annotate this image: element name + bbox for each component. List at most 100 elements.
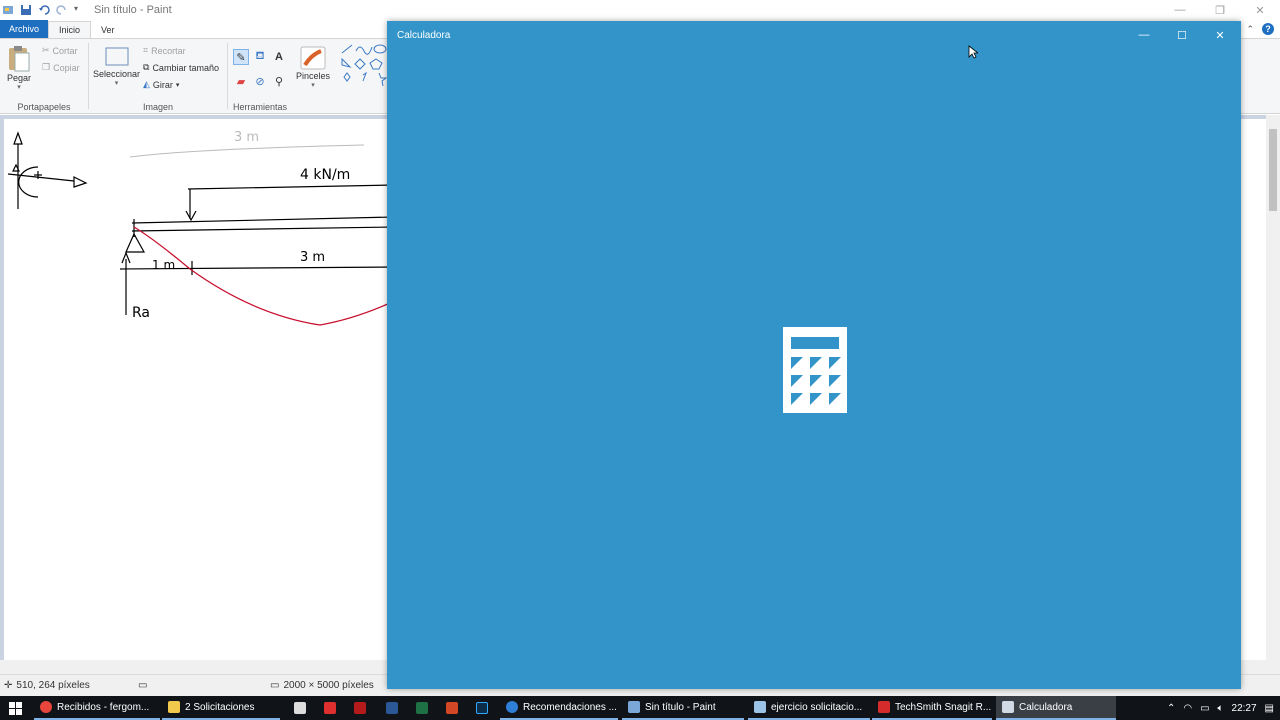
- shapes-gallery-icon[interactable]: [338, 39, 388, 89]
- tools-group: ✎ ⛾ A ▰ ⊘ ⚲ Herramientas: [228, 39, 292, 115]
- taskbar-item-explorer[interactable]: 2 Solicitaciones: [162, 696, 280, 720]
- quick-access-toolbar: ▾: [0, 4, 86, 16]
- clipboard-group: Pegar ▾ ✂ Cortar ❐ Copiar Portapapeles: [0, 39, 88, 115]
- magnifier-icon[interactable]: ⚲: [271, 73, 287, 89]
- taskbar-clock[interactable]: 22:27: [1232, 703, 1257, 714]
- canvas-size-text: 2000 × 5000 píxeles: [283, 680, 374, 691]
- taskbar-item-snagit[interactable]: TechSmith Snagit R...: [872, 696, 992, 720]
- chrome-icon: [40, 701, 52, 713]
- selection-icon: ▭: [138, 680, 148, 691]
- brushes-button[interactable]: Pinceles ▾: [296, 45, 330, 89]
- customize-chevron-icon[interactable]: ▾: [74, 4, 86, 16]
- tab-file[interactable]: Archivo: [0, 20, 49, 38]
- beam-sketch: 3 m 4 kN/m 3 m 1 m Ra: [7, 130, 394, 326]
- taskbar-pinned-word[interactable]: [380, 696, 402, 720]
- calculator-close-button[interactable]: ✕: [1201, 25, 1239, 45]
- fill-bucket-icon[interactable]: ⛾: [252, 49, 268, 65]
- text-tool-icon[interactable]: A: [271, 49, 287, 65]
- select-dropdown-icon[interactable]: ▾: [115, 79, 119, 87]
- calculator-maximize-button[interactable]: ☐: [1163, 25, 1201, 45]
- taskbar-item-edge[interactable]: Recomendaciones ...: [500, 696, 618, 720]
- taskbar-item-calculator[interactable]: Calculadora: [996, 696, 1116, 720]
- sign-convention-sketch: [7, 131, 88, 209]
- brush-icon: [300, 46, 326, 70]
- image-group-label: Imagen: [142, 102, 174, 112]
- paste-dropdown-icon[interactable]: ▾: [17, 83, 21, 91]
- excel-icon: [416, 702, 428, 714]
- dim-bottom-text: 3 m: [300, 250, 325, 265]
- tab-home[interactable]: Inicio: [48, 21, 92, 38]
- image-group: Seleccionar ▾ ⌗ Recortar ⧉ Cambiar tamañ…: [89, 39, 227, 115]
- taskbar: Recibidos - fergom... 2 Solicitaciones R…: [0, 696, 1280, 720]
- paint-close-button[interactable]: ✕: [1240, 0, 1280, 20]
- undo-icon[interactable]: [38, 4, 50, 16]
- cut-label: Cortar: [52, 45, 78, 56]
- brushes-dropdown-icon[interactable]: ▾: [311, 81, 315, 89]
- tab-view[interactable]: Ver: [91, 22, 125, 38]
- vertical-scrollbar[interactable]: [1266, 115, 1280, 660]
- redo-icon[interactable]: [56, 4, 68, 16]
- resize-label: Cambiar tamaño: [152, 62, 219, 73]
- taskbar-pinned-photoshop[interactable]: [470, 696, 492, 720]
- taskbar-pinned-autocad[interactable]: [348, 696, 370, 720]
- shapes-group: [338, 39, 388, 115]
- calculator-minimize-button[interactable]: —: [1125, 25, 1163, 45]
- save-icon[interactable]: [20, 4, 32, 16]
- canvas-size-status: ▭ 2000 × 5000 píxeles: [270, 680, 374, 691]
- selection-size-status: ▭: [138, 680, 147, 691]
- battery-icon[interactable]: ▭: [1200, 703, 1209, 714]
- taskbar-item-chrome[interactable]: Recibidos - fergom...: [34, 696, 160, 720]
- collapse-ribbon-icon[interactable]: ⌃: [1246, 24, 1254, 35]
- resize-icon: ⧉: [143, 62, 150, 72]
- eraser-icon[interactable]: ▰: [233, 73, 249, 89]
- taskbar-item-label: ejercicio solicitacio...: [771, 701, 863, 713]
- paint-minimize-button[interactable]: —: [1160, 0, 1200, 20]
- volume-icon[interactable]: 🔈︎: [1218, 703, 1224, 714]
- system-tray: ⌃ ◠ ▭ 🔈︎ 22:27 ▤: [1167, 696, 1280, 720]
- start-button[interactable]: [0, 696, 30, 720]
- select-label: Seleccionar: [93, 69, 141, 79]
- taskbar-pinned-pdf[interactable]: [288, 696, 310, 720]
- crop-button[interactable]: ⌗ Recortar: [143, 45, 186, 56]
- taskbar-pinned-excel[interactable]: [410, 696, 432, 720]
- taskbar-pinned-powerpoint[interactable]: [440, 696, 462, 720]
- autocad-icon: [354, 702, 366, 714]
- paste-icon: [9, 46, 30, 72]
- taskbar-item-photos[interactable]: ejercicio solicitacio...: [748, 696, 870, 720]
- wifi-icon[interactable]: ◠: [1183, 703, 1192, 714]
- calculator-window[interactable]: Calculadora — ☐ ✕: [387, 21, 1241, 689]
- moment-curve: [133, 226, 391, 326]
- paste-button[interactable]: Pegar ▾: [6, 45, 32, 91]
- color-picker-icon[interactable]: ⊘: [252, 73, 268, 89]
- brushes-group: Pinceles ▾: [294, 39, 334, 115]
- paint-titlebar: ▾ Sin título - Paint — ❐ ✕: [0, 0, 1280, 20]
- show-hidden-icons-chevron-icon[interactable]: ⌃: [1167, 703, 1175, 714]
- pencil-icon[interactable]: ✎: [233, 49, 249, 65]
- notifications-icon[interactable]: ▤: [1265, 703, 1274, 714]
- taskbar-pinned-acrobat[interactable]: [318, 696, 340, 720]
- taskbar-item-label: Recibidos - fergom...: [57, 701, 150, 713]
- taskbar-item-paint[interactable]: Sin título - Paint: [622, 696, 744, 720]
- resize-button[interactable]: ⧉ Cambiar tamaño: [143, 62, 219, 73]
- vertical-scroll-thumb[interactable]: [1269, 129, 1277, 211]
- help-icon[interactable]: ?: [1262, 23, 1274, 35]
- paste-label: Pegar: [6, 73, 32, 83]
- rotate-dropdown-icon[interactable]: ▾: [176, 81, 180, 89]
- word-icon: [386, 702, 398, 714]
- copy-label: Copiar: [53, 62, 80, 73]
- snagit-icon: [878, 701, 890, 713]
- rotate-button[interactable]: ◭ Girar ▾: [143, 79, 179, 90]
- copy-button[interactable]: ❐ Copiar: [42, 62, 80, 73]
- paint-restore-button[interactable]: ❐: [1200, 0, 1240, 20]
- brushes-label: Pinceles: [296, 71, 331, 81]
- crosshair-icon: ✛: [4, 680, 13, 691]
- faint-dimension-line: [129, 144, 365, 158]
- select-button[interactable]: Seleccionar ▾: [93, 45, 140, 87]
- taskbar-item-label: 2 Solicitaciones: [185, 701, 255, 713]
- clipboard-group-label: Portapapeles: [17, 102, 71, 112]
- canvas-size-icon: ▭: [270, 680, 280, 691]
- cut-button[interactable]: ✂ Cortar: [42, 45, 78, 56]
- cursor-position-text: 510, 264 píxeles: [16, 680, 90, 691]
- taskbar-item-label: TechSmith Snagit R...: [895, 701, 992, 713]
- photoshop-icon: [476, 702, 488, 714]
